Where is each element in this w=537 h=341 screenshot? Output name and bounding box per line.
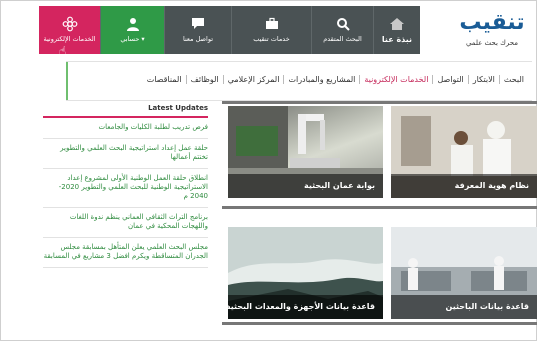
tile-caption: قاعدة بيانات الباحثين (391, 295, 537, 319)
menu-item-media-center[interactable]: المركز الإعلامي (222, 75, 284, 84)
tile-oman-research-portal[interactable]: بوابة عمان البحثية (228, 106, 383, 198)
user-icon (125, 17, 141, 31)
tiles-mid-rule (222, 206, 537, 209)
topnav-about-label: نبذة عنا (381, 34, 413, 44)
latest-updates-panel: Latest Updates فرص تدريب لطلبة الكليات و… (43, 104, 208, 334)
menu-item-research[interactable]: البحث (498, 75, 528, 84)
main-menu-accent (66, 62, 68, 100)
main-menu-items: البحث الابتكار التواصل الخدمات الإلكترون… (143, 75, 528, 84)
topnav-eservices[interactable]: الخدمات الإلكترونية ☝ (39, 6, 100, 58)
cursor-hand-icon: ☝ (59, 44, 67, 58)
tiles-bottom-rule (222, 322, 537, 325)
tile-knowledge-identity[interactable]: نظام هوية المعرفة (391, 106, 537, 198)
update-item[interactable]: برنامج التراث الثقافي العماني ينظم ندوة … (43, 208, 208, 238)
site-logo[interactable]: تنقيب محرك بحث علمي (448, 10, 536, 50)
topnav-account-label: حسابي ▾ (120, 35, 145, 43)
tile-caption: قاعدة بيانات الأجهزة والمعدات البحثية (228, 295, 383, 319)
tile-caption: نظام هوية المعرفة (391, 174, 537, 198)
topnav-eservices-label: الخدمات الإلكترونية (43, 35, 96, 43)
topnav-account[interactable]: حسابي ▾ (100, 6, 164, 54)
menu-item-tenders[interactable]: المناقصات (143, 75, 186, 84)
menu-item-projects[interactable]: المشاريع والمبادرات (283, 75, 359, 84)
menu-item-innovation[interactable]: الابتكار (467, 75, 499, 84)
flower-icon (62, 16, 78, 32)
topnav-services[interactable]: خدمات تنقيب (231, 6, 311, 54)
latest-updates-header: Latest Updates (43, 104, 208, 118)
briefcase-icon (264, 17, 280, 31)
update-item[interactable]: فرص تدريب لطلبة الكليات والجامعات (43, 118, 208, 139)
update-item[interactable]: انطلاق حلقة العمل الوطنية الأولى لمشروع … (43, 169, 208, 208)
logo-tagline: محرك بحث علمي (465, 39, 519, 47)
topnav-contact-label: تواصل معنا (182, 35, 214, 43)
tiles-top-rule (222, 101, 537, 104)
topnav-services-label: خدمات تنقيب (253, 35, 290, 43)
tile-equipment-database[interactable]: قاعدة بيانات الأجهزة والمعدات البحثية (228, 227, 383, 319)
logo-mark: تنقيب (459, 10, 525, 35)
top-nav: الخدمات الإلكترونية ☝ حسابي ▾ تواصل معنا… (39, 6, 420, 58)
menu-item-communication[interactable]: التواصل (432, 75, 467, 84)
update-item[interactable]: مجلس البحث العلمي يعلن المتأهل بمسابقة م… (43, 238, 208, 268)
main-menu: البحث الابتكار التواصل الخدمات الإلكترون… (66, 61, 532, 101)
topnav-advanced-search-label: البحث المتقدم (323, 35, 362, 43)
update-item[interactable]: حلقة عمل إعداد استراتيجية البحث العلمي و… (43, 139, 208, 169)
chat-icon (190, 17, 206, 31)
topnav-about[interactable]: نبذة عنا (373, 6, 420, 54)
home-icon (389, 17, 405, 31)
topnav-contact[interactable]: تواصل معنا (164, 6, 231, 54)
tile-researchers-database[interactable]: قاعدة بيانات الباحثين (391, 227, 537, 319)
tile-caption: بوابة عمان البحثية (228, 174, 383, 198)
menu-item-jobs[interactable]: الوظائف (185, 75, 223, 84)
topnav-advanced-search[interactable]: البحث المتقدم (311, 6, 373, 54)
menu-item-eservices[interactable]: الخدمات الإلكترونية (359, 75, 432, 84)
search-icon (335, 17, 351, 31)
